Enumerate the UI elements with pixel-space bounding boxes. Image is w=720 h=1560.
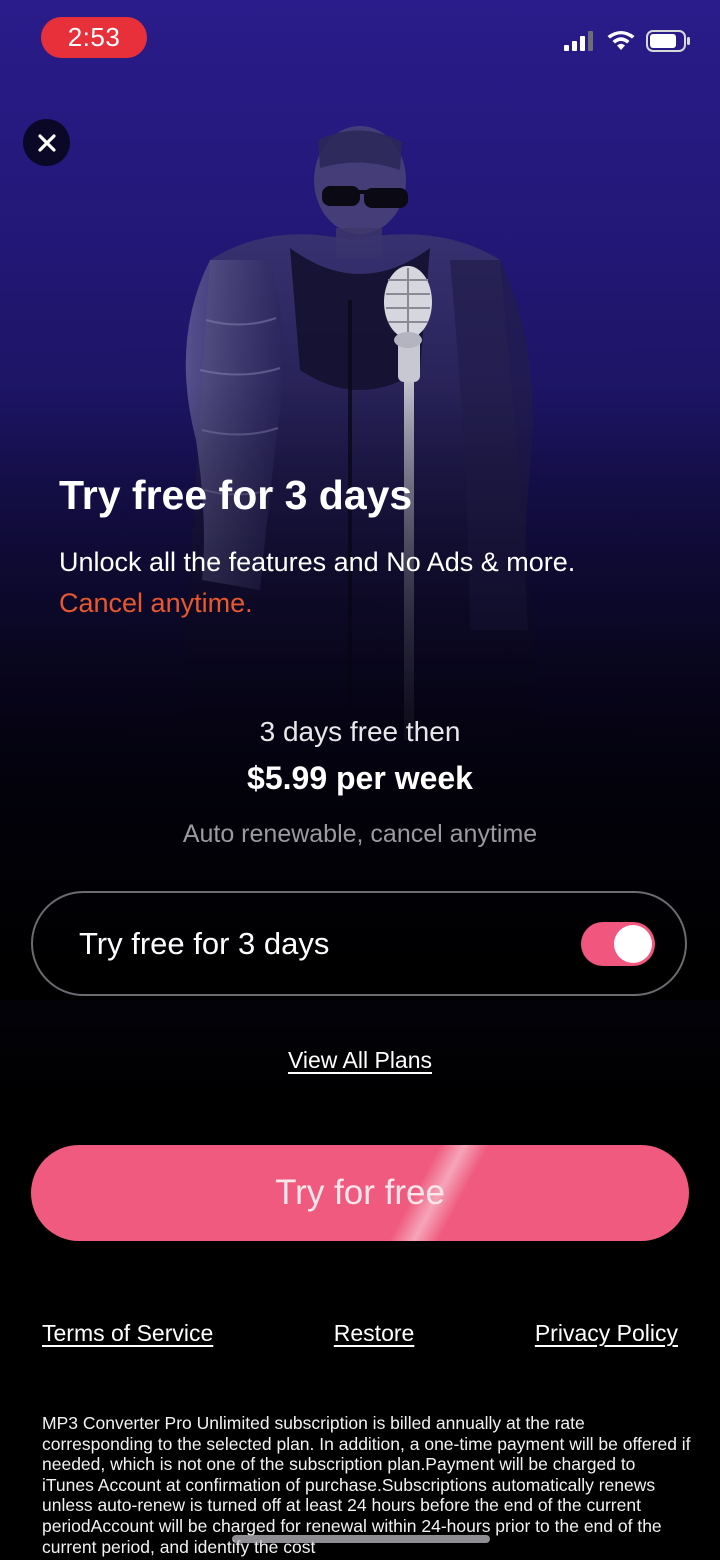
features-subtitle: Unlock all the features and No Ads & mor… <box>59 547 576 577</box>
cellular-signal-icon <box>564 31 593 51</box>
status-icons <box>564 30 692 52</box>
try-for-free-button[interactable]: Try for free <box>31 1145 689 1241</box>
view-all-plans-link[interactable]: View All Plans <box>288 1047 432 1073</box>
view-all-plans-link-row: View All Plans <box>0 1047 720 1074</box>
status-time: 2:53 <box>67 22 121 52</box>
renewal-note: Auto renewable, cancel anytime <box>182 820 538 848</box>
toggle-knob <box>614 924 652 963</box>
status-time-pill: 2:53 <box>41 17 147 58</box>
cancel-anytime-note: Cancel anytime. <box>59 588 253 618</box>
free-trial-toggle[interactable] <box>581 921 655 966</box>
close-icon <box>37 133 56 152</box>
price-info: $5.99 per week <box>247 760 473 796</box>
footer-links: Terms of Service Restore Privacy Policy <box>42 1320 678 1347</box>
trial-info: 3 days free then <box>259 716 461 747</box>
close-button[interactable] <box>23 119 70 166</box>
restore-link[interactable]: Restore <box>334 1320 415 1347</box>
try-for-free-label: Try for free <box>275 1173 445 1212</box>
terms-of-service-link[interactable]: Terms of Service <box>42 1320 213 1347</box>
privacy-policy-link[interactable]: Privacy Policy <box>535 1320 678 1347</box>
page-title: Try free for 3 days <box>59 472 413 518</box>
battery-icon <box>646 30 690 52</box>
free-trial-option[interactable]: Try free for 3 days <box>31 891 687 996</box>
free-trial-label: Try free for 3 days <box>79 925 330 961</box>
home-indicator[interactable] <box>232 1535 490 1543</box>
wifi-icon <box>607 31 635 50</box>
